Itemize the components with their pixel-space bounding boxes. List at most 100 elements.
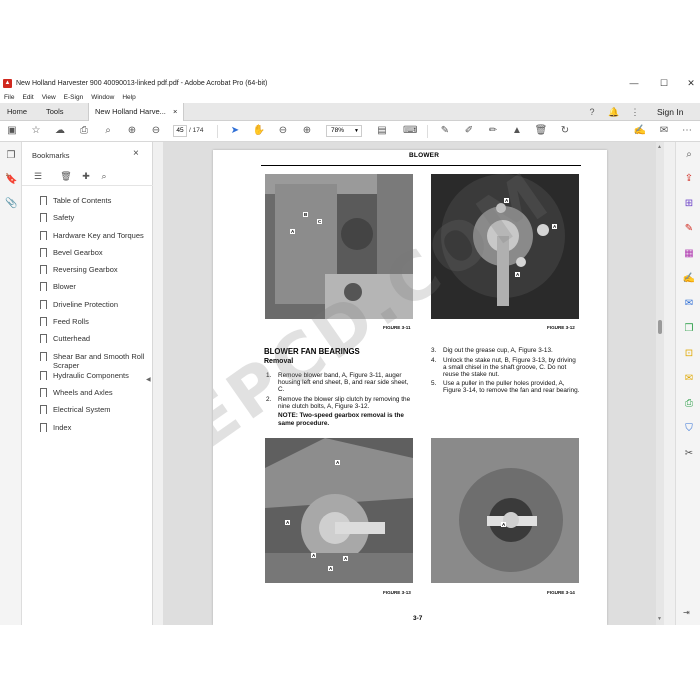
organize-pages-icon[interactable]: ▦ <box>682 247 696 261</box>
keyboard-icon[interactable]: ⌨ <box>403 124 417 138</box>
collapse-tools-icon[interactable]: ⇥ <box>683 608 690 617</box>
bookmark-item[interactable]: Wheels and Axles <box>22 387 153 405</box>
document-view[interactable]: BLOWER A B C FIGURE 3-11 A A A FIGURE 3-… <box>163 142 656 625</box>
find-bookmark-icon[interactable]: ⌕ <box>98 170 110 182</box>
rotate-icon[interactable]: ↻ <box>558 124 572 138</box>
share-link-icon[interactable]: ⋮ <box>629 106 641 118</box>
menu-window[interactable]: Window <box>91 94 114 101</box>
bookmark-item[interactable]: Driveline Protection <box>22 299 153 317</box>
print-production-icon[interactable]: ⎙ <box>682 397 696 411</box>
hand-tool-icon[interactable]: ✋ <box>252 124 266 138</box>
bookmark-star-icon[interactable]: ☆ <box>29 124 43 138</box>
menu-file[interactable]: File <box>4 94 14 101</box>
fill-sign-icon[interactable]: ✍ <box>682 272 696 286</box>
delete-bookmark-icon[interactable]: 🗑 <box>60 170 72 182</box>
bookmark-item[interactable]: Reversing Gearbox <box>22 265 153 282</box>
combine-files-icon[interactable]: ❒ <box>682 322 696 336</box>
upload-cloud-icon[interactable]: ☁ <box>53 124 67 138</box>
tab-tools[interactable]: Tools <box>46 103 64 121</box>
stamp-icon[interactable]: ▲ <box>510 124 524 138</box>
bookmark-item[interactable]: Index <box>22 422 153 440</box>
close-tab-icon[interactable]: × <box>173 107 177 116</box>
comment-icon[interactable]: ✎ <box>438 124 452 138</box>
tab-document[interactable]: New Holland Harve... × <box>88 103 185 121</box>
tab-home[interactable]: Home <box>7 103 27 121</box>
minimize-button[interactable]: — <box>619 75 649 92</box>
window-title: New Holland Harvester 900 40090013-linke… <box>16 80 268 87</box>
scroll-down-icon[interactable]: ▼ <box>657 616 662 622</box>
close-window-button[interactable]: ✕ <box>676 75 700 92</box>
new-bookmark-icon[interactable]: ✚ <box>80 170 92 182</box>
search-icon[interactable]: ⌕ <box>101 124 115 138</box>
page-down-icon[interactable]: ⊖ <box>149 124 163 138</box>
navigation-pane-rail: ❐ 🔖 📎 <box>0 142 22 625</box>
bookmark-label: Cutterhead <box>53 334 91 344</box>
bookmark-icon <box>40 351 47 361</box>
delete-icon[interactable]: 🗑 <box>534 124 548 138</box>
sign-in-button[interactable]: Sign In <box>657 103 683 121</box>
total-pages: / 174 <box>189 127 204 134</box>
collapse-panel-icon[interactable]: ◀ <box>146 376 151 383</box>
bell-icon[interactable]: 🔔 <box>608 106 620 118</box>
bookmark-label: Safety <box>53 213 75 223</box>
bookmark-icon <box>40 265 47 275</box>
zoom-out-icon[interactable]: ⊖ <box>276 124 290 138</box>
bookmark-label: Hydraulic Components <box>53 370 129 380</box>
bookmark-icon <box>40 230 47 240</box>
current-page-input[interactable]: 45 <box>173 125 187 137</box>
pdf-page: BLOWER A B C FIGURE 3-11 A A A FIGURE 3-… <box>213 150 607 625</box>
menu-view[interactable]: View <box>42 94 56 101</box>
export-pdf-icon[interactable]: ⇪ <box>682 172 696 186</box>
options-menu-icon[interactable]: ☰ <box>32 170 44 182</box>
protect-icon[interactable]: ⛉ <box>682 422 696 436</box>
bookmark-item[interactable]: Safety <box>22 213 153 230</box>
figure-caption: FIGURE 3-12 <box>547 325 575 330</box>
bookmark-item[interactable]: Cutterhead <box>22 334 153 351</box>
page-display-icon[interactable]: ▤ <box>375 124 389 138</box>
scroll-up-icon[interactable]: ▲ <box>657 144 662 150</box>
close-bookmarks-icon[interactable]: × <box>133 148 139 159</box>
zoom-in-icon[interactable]: ⊕ <box>300 124 314 138</box>
page-header: BLOWER <box>409 152 440 159</box>
highlight-pen-icon[interactable]: ✐ <box>462 124 476 138</box>
create-pdf-icon[interactable]: ⊞ <box>682 197 696 211</box>
more-tools-wrench-icon[interactable]: ✂ <box>682 447 696 461</box>
help-icon[interactable]: ? <box>586 106 598 118</box>
search-tools-icon[interactable]: ⌕ <box>682 148 696 162</box>
bookmarks-icon[interactable]: 🔖 <box>5 174 17 186</box>
save-icon[interactable]: ▣ <box>5 124 19 138</box>
bookmark-item[interactable]: Shear Bar and Smooth Roll Scraper <box>22 351 153 371</box>
select-cursor-icon[interactable]: ➤ <box>228 124 242 138</box>
send-for-signature-icon[interactable]: ✉ <box>682 297 696 311</box>
attachments-icon[interactable]: 📎 <box>5 198 17 210</box>
bookmark-icon <box>40 422 47 432</box>
menu-edit[interactable]: Edit <box>22 94 33 101</box>
step-item: 5. Use a puller in the puller holes provi… <box>431 380 581 394</box>
document-scrollbar[interactable]: ▲ ▼ <box>656 142 664 625</box>
bookmark-item[interactable]: Bevel Gearbox <box>22 247 153 265</box>
acrobat-app-icon: ▲ <box>3 79 12 88</box>
scan-ocr-icon[interactable]: ⊡ <box>682 347 696 361</box>
bookmark-item[interactable]: Hydraulic Components <box>22 370 153 388</box>
bookmark-item[interactable]: Blower <box>22 282 153 299</box>
more-tools-icon[interactable]: ⋯ <box>680 124 694 138</box>
bookmarks-panel: Bookmarks × ☰ 🗑 ✚ ⌕ Table of Contents Sa… <box>22 142 153 625</box>
print-icon[interactable]: ⎙ <box>77 124 91 138</box>
scroll-thumb[interactable] <box>658 320 662 334</box>
maximize-button[interactable]: ☐ <box>649 75 679 92</box>
page-thumbnails-icon[interactable]: ❐ <box>5 150 17 162</box>
bookmark-icon <box>40 387 47 397</box>
bookmark-item[interactable]: Hardware Key and Torques <box>22 230 153 248</box>
bookmark-item[interactable]: Feed Rolls <box>22 317 153 334</box>
menu-help[interactable]: Help <box>122 94 135 101</box>
comment-tool-icon[interactable]: ✉ <box>682 372 696 386</box>
edit-pdf-icon[interactable]: ✎ <box>682 222 696 236</box>
bookmark-item[interactable]: Table of Contents <box>22 196 153 213</box>
sign-icon[interactable]: ✍ <box>633 124 647 138</box>
menu-esign[interactable]: E-Sign <box>64 94 84 101</box>
email-icon[interactable]: ✉ <box>657 124 671 138</box>
bookmark-item[interactable]: Electrical System <box>22 405 153 422</box>
page-up-icon[interactable]: ⊕ <box>125 124 139 138</box>
draw-icon[interactable]: ✏ <box>486 124 500 138</box>
zoom-level-select[interactable]: 78% ▼ <box>326 125 362 137</box>
